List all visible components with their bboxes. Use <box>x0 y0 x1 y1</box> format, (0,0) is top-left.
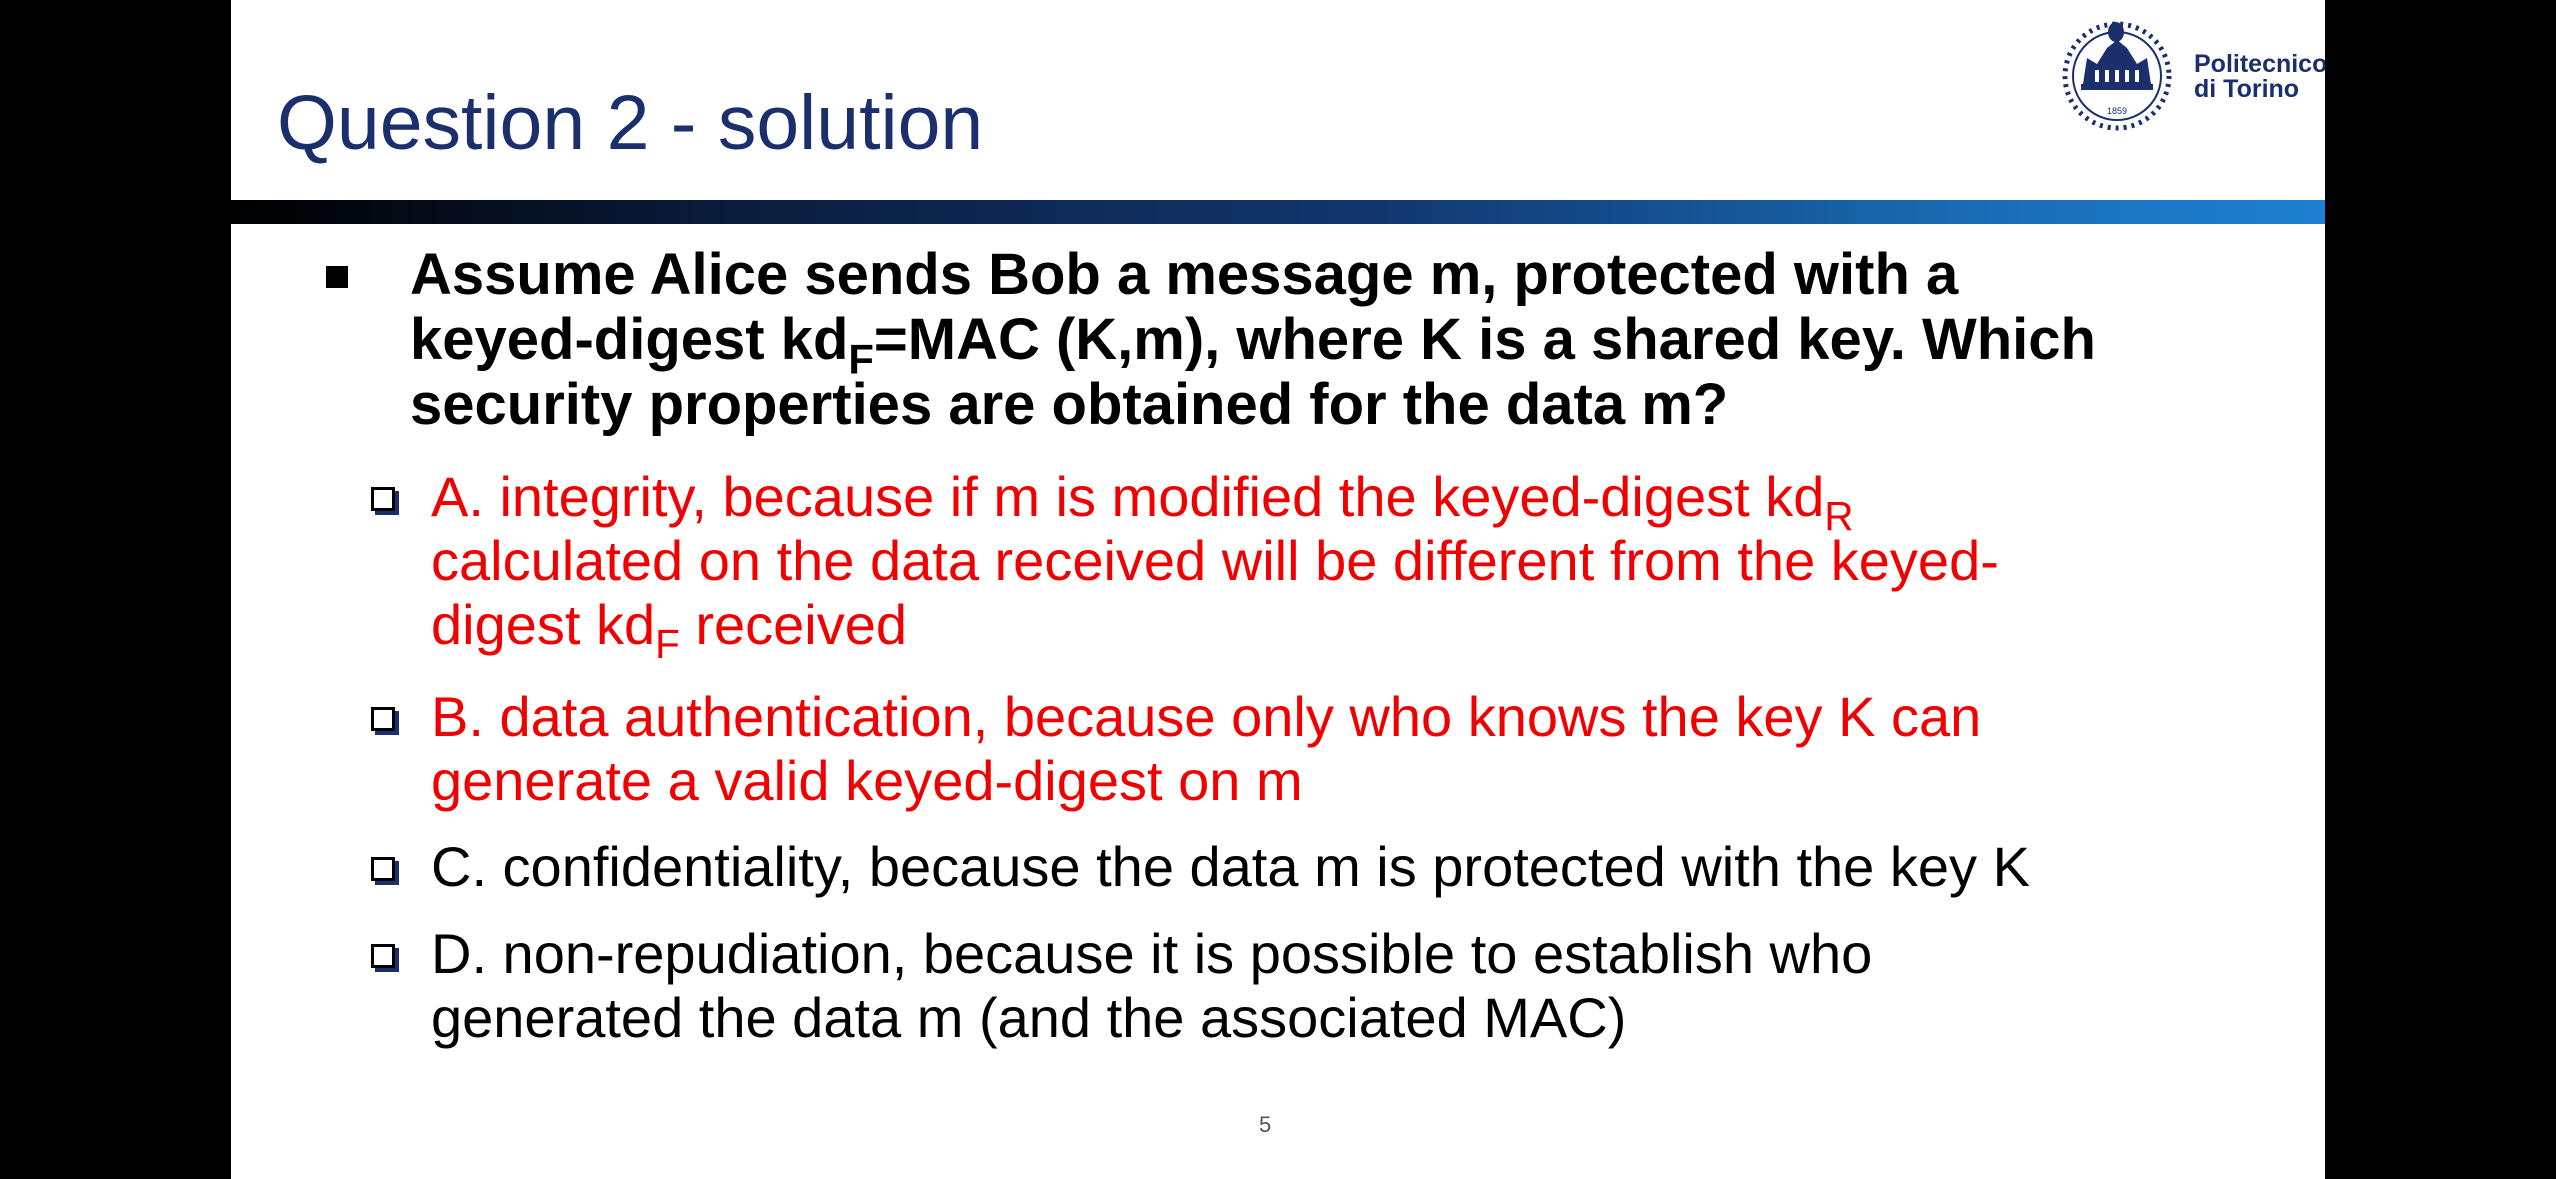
checkbox-bullet-icon <box>371 857 395 881</box>
logo-text-line2: di Torino <box>2194 75 2300 103</box>
slide-title: Question 2 - solution <box>277 80 984 166</box>
option-c-text: C. confidentiality, because the data m i… <box>431 835 2291 899</box>
option-line: digest kdF received <box>431 593 907 668</box>
checkbox-bullet-icon <box>371 487 395 511</box>
question-line: keyed-digest kdF=MAC (K,m), where K is a… <box>410 307 2096 383</box>
option-line: calculated on the data received will be … <box>431 529 1999 592</box>
politecnico-logo: 1859 Politecnico di Torino <box>2057 14 2325 134</box>
option-line: generate a valid keyed-digest on m <box>431 749 1303 812</box>
option-line: D. non-repudiation, because it is possib… <box>431 922 1873 985</box>
question-line: Assume Alice sends Bob a message m, prot… <box>410 242 1959 307</box>
option-line: B. data authentication, because only who… <box>431 685 1982 748</box>
option-d-text: D. non-repudiation, because it is possib… <box>431 922 2291 1050</box>
university-seal-icon: 1859 <box>2062 21 2172 131</box>
option-line: C. confidentiality, because the data m i… <box>431 835 2030 898</box>
page-number: 5 <box>1259 1112 1272 1137</box>
question-text: Assume Alice sends Bob a message m, prot… <box>410 242 2250 437</box>
square-bullet-icon <box>326 266 348 288</box>
checkbox-bullet-icon <box>371 944 395 968</box>
logo-text-line1: Politecnico <box>2194 50 2325 78</box>
logo-text: Politecnico di Torino <box>2194 52 2325 102</box>
logo-year: 1859 <box>2107 106 2127 116</box>
question-line: security properties are obtained for the… <box>410 372 1729 437</box>
title-band <box>231 200 2325 224</box>
option-line: A. integrity, because if m is modified t… <box>431 465 1854 540</box>
option-a-text: A. integrity, because if m is modified t… <box>431 465 2291 668</box>
checkbox-bullet-icon <box>371 707 395 731</box>
slide: Question 2 - solution 1859 Politecnico d… <box>231 0 2325 1179</box>
option-b-text: B. data authentication, because only who… <box>431 685 2291 813</box>
option-line: generated the data m (and the associated… <box>431 986 1627 1049</box>
